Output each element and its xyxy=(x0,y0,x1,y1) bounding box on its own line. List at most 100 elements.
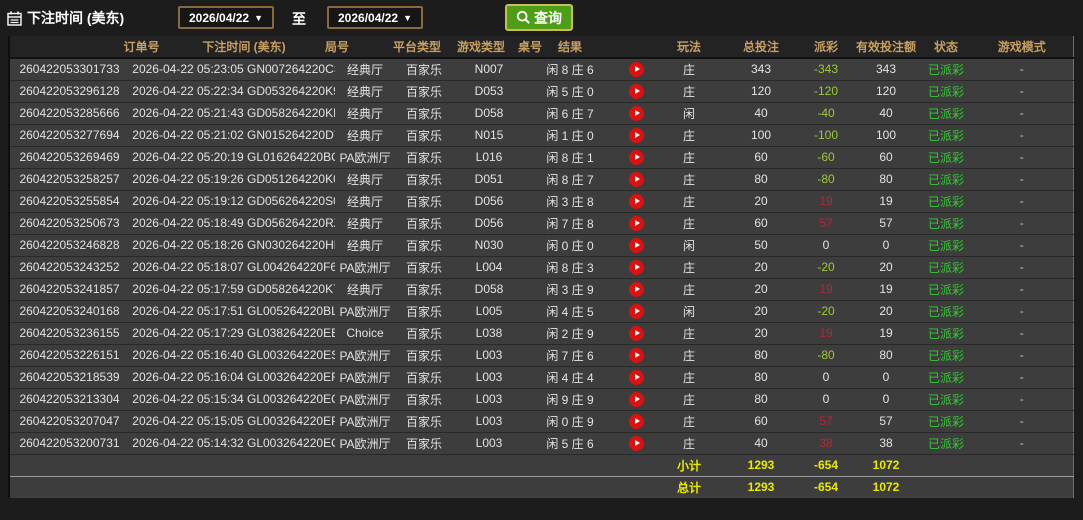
cell-game: 百家乐 xyxy=(395,234,453,256)
cell-payout: 0 xyxy=(801,234,851,256)
cell-side: 庄 xyxy=(657,124,721,146)
cell-game: 百家乐 xyxy=(395,344,453,366)
cell-bet: 60 xyxy=(721,212,801,234)
cell-payout: -20 xyxy=(801,256,851,278)
play-video-icon[interactable] xyxy=(629,304,644,319)
date-from-select[interactable]: 2026/04/22 ▼ xyxy=(178,6,274,29)
play-video-icon[interactable] xyxy=(629,216,644,231)
cell-game: 百家乐 xyxy=(395,388,453,410)
cell-side: 庄 xyxy=(657,80,721,102)
cell-game: 百家乐 xyxy=(395,366,453,388)
cell-payout: 19 xyxy=(801,278,851,300)
cell-result: 闲 8 庄 3 xyxy=(525,256,615,278)
cell-mode: - xyxy=(971,388,1073,410)
play-video-icon[interactable] xyxy=(629,326,644,341)
cell-table: D058 xyxy=(453,278,525,300)
cell-valid: 38 xyxy=(851,432,921,454)
play-video-icon[interactable] xyxy=(629,128,644,143)
cell-game: 百家乐 xyxy=(395,300,453,322)
cell-mode: - xyxy=(971,432,1073,454)
play-video-icon[interactable] xyxy=(629,282,644,297)
cell-bet: 20 xyxy=(721,322,801,344)
cell-order: 260422053200731 xyxy=(9,432,129,454)
cell-round: GL003264220ER xyxy=(247,366,335,388)
cell-table: D053 xyxy=(453,80,525,102)
cell-round: GD056264220S0 xyxy=(247,190,335,212)
cell-status: 已派彩 xyxy=(921,366,971,388)
cell-platform: 经典厅 xyxy=(335,212,395,234)
cell-bet: 80 xyxy=(721,388,801,410)
play-video-icon[interactable] xyxy=(629,370,644,385)
cell-order: 260422053255854 xyxy=(9,190,129,212)
table-row: 2604220532961282026-04-22 05:22:34GD0532… xyxy=(9,80,1073,102)
cell-time: 2026-04-22 05:23:05 xyxy=(129,58,247,80)
query-button[interactable]: 查询 xyxy=(505,4,573,31)
table-body: 2604220533017332026-04-22 05:23:05GN0072… xyxy=(9,58,1073,454)
cell-mode: - xyxy=(971,322,1073,344)
cell-platform: PA欧洲厅 xyxy=(335,432,395,454)
cell-game: 百家乐 xyxy=(395,146,453,168)
cell-side: 庄 xyxy=(657,366,721,388)
dropdown-arrow-icon: ▼ xyxy=(403,13,412,23)
play-video-icon[interactable] xyxy=(629,194,644,209)
cell-status: 已派彩 xyxy=(921,300,971,322)
cell-valid: 0 xyxy=(851,366,921,388)
cell-side: 闲 xyxy=(657,102,721,124)
cell-status: 已派彩 xyxy=(921,322,971,344)
cell-side: 庄 xyxy=(657,168,721,190)
play-video-icon[interactable] xyxy=(629,106,644,121)
cell-payout: -60 xyxy=(801,146,851,168)
cell-order: 260422053236155 xyxy=(9,322,129,344)
table-row: 2604220532418572026-04-22 05:17:59GD0582… xyxy=(9,278,1073,300)
subtotal-label: 小计 xyxy=(657,454,721,476)
cell-time: 2026-04-22 05:17:29 xyxy=(129,322,247,344)
cell-side: 庄 xyxy=(657,410,721,432)
cell-status: 已派彩 xyxy=(921,278,971,300)
cell-valid: 40 xyxy=(851,102,921,124)
cell-payout: -80 xyxy=(801,168,851,190)
cell-icon xyxy=(615,432,657,454)
cell-icon xyxy=(615,234,657,256)
cell-icon xyxy=(615,278,657,300)
play-video-icon[interactable] xyxy=(629,260,644,275)
cell-round: GN015264220D7 xyxy=(247,124,335,146)
cell-game: 百家乐 xyxy=(395,212,453,234)
play-video-icon[interactable] xyxy=(629,150,644,165)
cell-bet: 60 xyxy=(721,410,801,432)
subtotal-spacer-right xyxy=(921,454,1073,476)
date-to-select[interactable]: 2026/04/22 ▼ xyxy=(327,6,423,29)
play-video-icon[interactable] xyxy=(629,172,644,187)
cell-round: GL038264220EE xyxy=(247,322,335,344)
cell-platform: 经典厅 xyxy=(335,80,395,102)
cell-payout: 19 xyxy=(801,322,851,344)
play-video-icon[interactable] xyxy=(629,62,644,77)
cell-time: 2026-04-22 05:19:26 xyxy=(129,168,247,190)
cell-result: 闲 7 庄 8 xyxy=(525,212,615,234)
cell-mode: - xyxy=(971,146,1073,168)
play-video-icon[interactable] xyxy=(629,348,644,363)
play-video-icon[interactable] xyxy=(629,414,644,429)
cell-status: 已派彩 xyxy=(921,234,971,256)
cell-bet: 20 xyxy=(721,190,801,212)
cell-table: N015 xyxy=(453,124,525,146)
cell-table: D056 xyxy=(453,190,525,212)
play-video-icon[interactable] xyxy=(629,392,644,407)
cell-bet: 80 xyxy=(721,366,801,388)
cell-bet: 120 xyxy=(721,80,801,102)
table-row: 2604220532856662026-04-22 05:21:43GD0582… xyxy=(9,102,1073,124)
cell-platform: 经典厅 xyxy=(335,58,395,80)
cell-game: 百家乐 xyxy=(395,124,453,146)
play-video-icon[interactable] xyxy=(629,436,644,451)
play-video-icon[interactable] xyxy=(629,238,644,253)
table-row: 2604220532070472026-04-22 05:15:05GL0032… xyxy=(9,410,1073,432)
cell-platform: PA欧洲厅 xyxy=(335,256,395,278)
cell-status: 已派彩 xyxy=(921,432,971,454)
play-video-icon[interactable] xyxy=(629,84,644,99)
cell-status: 已派彩 xyxy=(921,168,971,190)
cell-mode: - xyxy=(971,366,1073,388)
cell-valid: 20 xyxy=(851,256,921,278)
cell-bet: 20 xyxy=(721,256,801,278)
subtotal-payout: -654 xyxy=(801,454,851,476)
cell-mode: - xyxy=(971,80,1073,102)
cell-payout: -120 xyxy=(801,80,851,102)
